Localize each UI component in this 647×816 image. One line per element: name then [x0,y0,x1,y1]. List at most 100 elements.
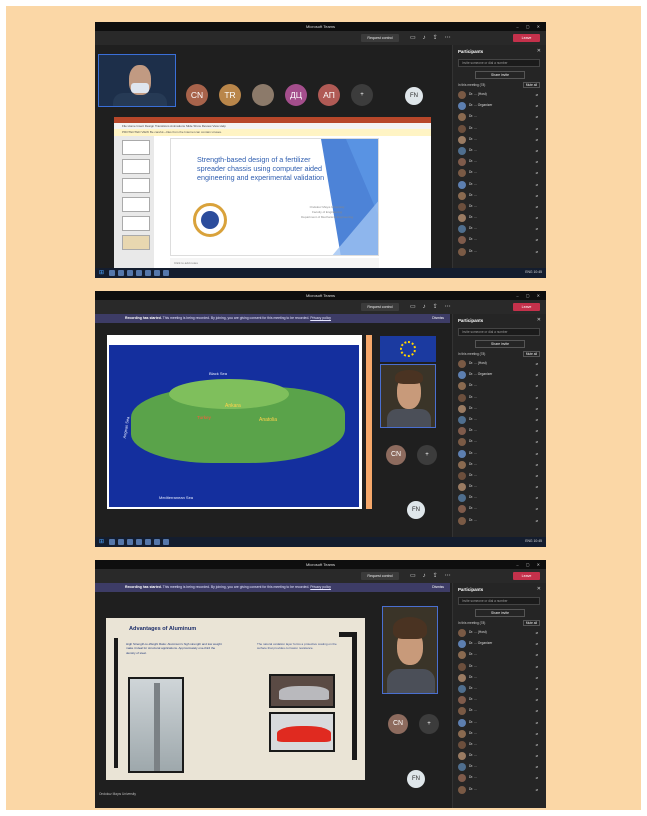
window-controls[interactable]: – ▢ ✕ [516,560,543,569]
avatar[interactable]: AП [318,84,340,106]
slide-thumbnail[interactable] [122,197,150,212]
slide-thumbnail[interactable] [122,140,150,155]
avatar-photo[interactable] [252,84,274,106]
mic-icon[interactable]: ♪ [423,302,426,312]
participant-row[interactable]: Dr. ... ⌀ [458,224,542,235]
participant-row[interactable]: Dr. ... ⌀ [458,180,542,191]
participant-row[interactable]: Dr. ... ⌀ [458,393,542,404]
overflow-avatar[interactable]: + [419,714,439,734]
participant-row[interactable]: Dr. ... (Host) ⌀ [458,628,542,639]
share-invite-button[interactable]: Share invite [475,340,525,348]
participant-row[interactable]: Dr. ... (Host) ⌀ [458,90,542,101]
participant-row[interactable]: Dr. ... ⌀ [458,773,542,784]
participant-row[interactable]: Dr. ... Organizer ⌀ [458,639,542,650]
participant-row[interactable]: Dr. ... ⌀ [458,493,542,504]
app-icon[interactable] [118,270,124,276]
camera-icon[interactable]: ▭ [410,571,416,581]
avatar[interactable]: CN [186,84,208,106]
participant-row[interactable]: Dr. ... ⌀ [458,482,542,493]
app-icon[interactable] [163,270,169,276]
system-tray[interactable]: ENG 10:45 [525,270,542,274]
invite-input[interactable]: Invite someone or dial a number [458,597,540,605]
participant-row[interactable]: Dr. ... ⌀ [458,516,542,527]
mic-icon[interactable]: ♪ [423,571,426,581]
windows-start-icon[interactable]: ⊞ [99,270,105,276]
participant-row[interactable]: Dr. ... ⌀ [458,460,542,471]
participant-row[interactable]: Dr. ... ⌀ [458,235,542,246]
app-icon[interactable] [154,539,160,545]
participant-row[interactable]: Dr. ... ⌀ [458,751,542,762]
app-icon[interactable] [127,270,133,276]
slide-thumbnails[interactable] [114,136,154,268]
system-tray[interactable]: ENG 10:45 [525,539,542,543]
privacy-policy-link[interactable]: Privacy policy [310,585,331,589]
participant-row[interactable]: Dr. ... ⌀ [458,112,542,123]
speaker-video[interactable] [382,606,438,694]
participant-row[interactable]: Dr. ... ⌀ [458,729,542,740]
more-icon[interactable]: ⋯ [445,33,451,43]
camera-icon[interactable]: ▭ [410,33,416,43]
dismiss-button[interactable]: Dismiss [432,314,444,323]
request-control-button[interactable]: Request control [361,34,399,42]
app-icon[interactable] [109,270,115,276]
app-icon[interactable] [118,539,124,545]
avatar[interactable]: FN [407,501,425,519]
avatar[interactable]: FN [405,87,423,105]
app-icon[interactable] [136,539,142,545]
close-icon[interactable]: ✕ [537,586,541,592]
app-icon[interactable] [109,539,115,545]
app-icon[interactable] [127,539,133,545]
participant-row[interactable]: Dr. ... ⌀ [458,404,542,415]
participant-row[interactable]: Dr. ... ⌀ [458,381,542,392]
app-icon[interactable] [136,270,142,276]
participant-row[interactable]: Dr. ... ⌀ [458,673,542,684]
slide-thumbnail[interactable] [122,159,150,174]
avatar[interactable]: TR [219,84,241,106]
participant-row[interactable]: Dr. ... ⌀ [458,740,542,751]
mic-icon[interactable]: ♪ [423,33,426,43]
participant-row[interactable]: Dr. ... ⌀ [458,449,542,460]
participant-row[interactable]: Dr. ... ⌀ [458,437,542,448]
leave-button[interactable]: Leave [513,572,540,580]
participant-row[interactable]: Dr. ... ⌀ [458,135,542,146]
participant-row[interactable]: Dr. ... ⌀ [458,662,542,673]
app-icon[interactable] [154,270,160,276]
participant-row[interactable]: Dr. ... ⌀ [458,684,542,695]
participant-row[interactable]: Dr. ... ⌀ [458,706,542,717]
participant-row[interactable]: Dr. ... Organizer ⌀ [458,370,542,381]
notes-pane[interactable]: Click to add notes [170,258,379,268]
participant-row[interactable]: Dr. ... ⌀ [458,426,542,437]
request-control-button[interactable]: Request control [361,303,399,311]
self-video[interactable] [98,54,176,107]
participant-row[interactable]: Dr. ... ⌀ [458,124,542,135]
participant-row[interactable]: Dr. ... ⌀ [458,695,542,706]
participant-row[interactable]: Dr. ... ⌀ [458,247,542,258]
app-icon[interactable] [145,539,151,545]
share-invite-button[interactable]: Share invite [475,71,525,79]
camera-icon[interactable]: ▭ [410,302,416,312]
mute-all-button[interactable]: Mute all [522,82,540,88]
leave-button[interactable]: Leave [513,34,540,42]
participant-row[interactable]: Dr. ... ⌀ [458,168,542,179]
app-icon[interactable] [145,270,151,276]
participant-row[interactable]: Dr. ... ⌀ [458,718,542,729]
close-icon[interactable]: ✕ [537,317,541,323]
avatar[interactable]: ДЦ [285,84,307,106]
avatar[interactable]: CN [386,445,406,465]
overflow-avatar[interactable]: + [351,84,373,106]
mute-all-button[interactable]: Mute all [522,351,540,357]
participant-row[interactable]: Dr. ... ⌀ [458,191,542,202]
participant-row[interactable]: Dr. ... ⌀ [458,762,542,773]
slide-thumbnail[interactable] [122,178,150,193]
window-controls[interactable]: – ▢ ✕ [516,291,543,300]
app-icon[interactable] [163,539,169,545]
overflow-avatar[interactable]: + [417,445,437,465]
participant-row[interactable]: Dr. ... ⌀ [458,202,542,213]
more-icon[interactable]: ⋯ [445,571,451,581]
leave-button[interactable]: Leave [513,303,540,311]
participant-row[interactable]: Dr. ... ⌀ [458,157,542,168]
invite-input[interactable]: Invite someone or dial a number [458,328,540,336]
avatar[interactable]: FN [407,770,425,788]
participant-row[interactable]: Dr. ... ⌀ [458,415,542,426]
mute-all-button[interactable]: Mute all [522,620,540,626]
